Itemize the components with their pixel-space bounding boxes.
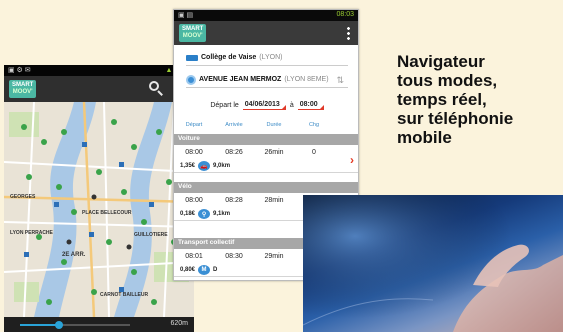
map-label: LYON PERRACHE <box>10 230 53 236</box>
zoom-slider[interactable] <box>20 321 130 329</box>
status-icons-left: ▣ ⚙ ✉ <box>8 67 31 74</box>
hand-touch-photo <box>303 195 563 332</box>
section-header-car: Voiture <box>174 134 358 145</box>
map-label: GEORGES <box>10 194 36 200</box>
to-field[interactable]: AVENUE JEAN MERMOZ (LYON 8EME) ⇅ <box>186 72 348 88</box>
chevron-right-icon[interactable]: › <box>350 153 354 167</box>
status-bar: ▣ ▤ 08:03 <box>174 10 358 21</box>
city-map[interactable]: GEORGES PLACE BELLECOUR LYON PERRACHE 2E… <box>4 102 194 317</box>
car-icon: 🚗 <box>198 161 211 171</box>
bike-icon: ⚲ <box>198 209 211 219</box>
column-headers: Départ Arrivée Durée Chg <box>185 122 320 128</box>
status-bar: ▣ ⚙ ✉ ▲ ✆ 21 <box>4 65 194 76</box>
swap-icon[interactable]: ⇅ <box>336 75 344 86</box>
map-label: PLACE BELLECOUR <box>82 210 132 216</box>
date-picker[interactable]: 04/06/2013 <box>242 101 286 110</box>
map-bottom-bar: 620m <box>4 317 194 332</box>
status-icons-left: ▣ ▤ <box>178 12 194 19</box>
scale-label: 620m <box>170 320 188 327</box>
app-logo[interactable]: SMART MOOV' <box>179 24 207 42</box>
status-time: 08:03 <box>336 11 354 18</box>
app-bar: SMART MOOV' <box>4 76 194 102</box>
section-header-bike: Vélo <box>174 182 358 193</box>
time-picker[interactable]: 08:00 <box>297 101 324 110</box>
from-field[interactable]: Collège de Vaise (LYON) <box>186 50 348 66</box>
slider-knob[interactable] <box>54 321 63 329</box>
route-row-car[interactable]: 08:00 08:26 26min 0 1,35€ 🚗 9,0km › <box>174 145 358 173</box>
search-icon[interactable] <box>148 80 164 96</box>
overflow-menu-icon[interactable] <box>347 26 350 40</box>
departure-row: Départ le 04/06/2013 à 08:00 <box>174 98 358 112</box>
app-bar: SMART MOOV' <box>174 21 358 45</box>
map-label: 2E ARR. <box>62 252 86 258</box>
headline: Navigateur tous modes, temps réel, sur t… <box>397 52 514 147</box>
app-logo[interactable]: SMART MOOV' <box>9 80 37 98</box>
map-phone: ▣ ⚙ ✉ ▲ ✆ 21 SMART MOOV' <box>4 65 194 332</box>
bus-icon <box>186 54 198 61</box>
map-label: CARNOT BAILLEUR <box>100 292 149 298</box>
metro-icon: M <box>198 265 211 275</box>
location-pin-icon <box>186 74 196 85</box>
map-label: GUILLOTIERE <box>134 232 168 238</box>
